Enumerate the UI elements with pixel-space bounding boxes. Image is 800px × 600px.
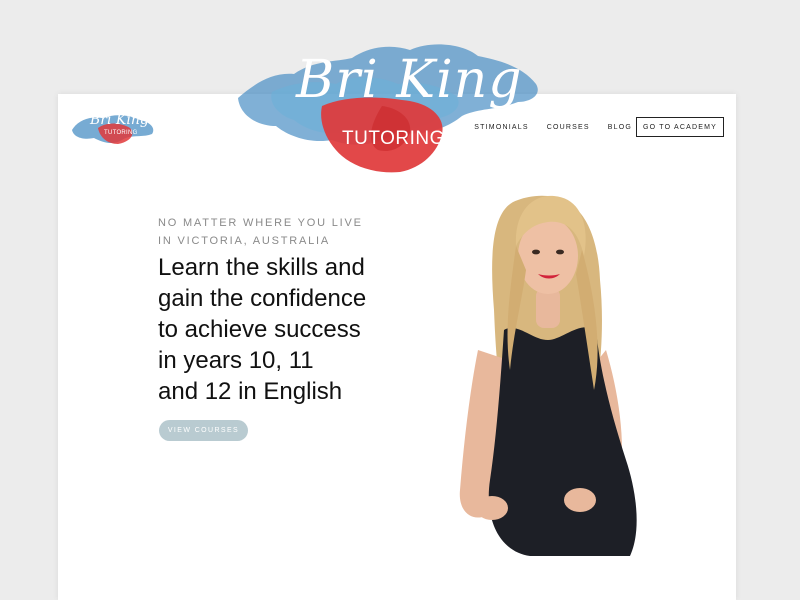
tutor-photo bbox=[430, 190, 660, 560]
header-logo[interactable]: Bri King TUTORING bbox=[68, 108, 158, 148]
headline-line: to achieve success bbox=[158, 316, 361, 343]
header-logo-subtitle: TUTORING bbox=[104, 130, 138, 136]
headline-line: and 12 in English bbox=[158, 378, 343, 405]
hero-logo-subtitle: TUTORING bbox=[342, 128, 445, 149]
hero-headline: Learn the skills and gain the confidence… bbox=[158, 252, 438, 407]
headline-line: gain the confidence bbox=[158, 285, 367, 312]
eyebrow-line: NO MATTER WHERE YOU LIVE bbox=[158, 217, 363, 229]
tutor-portrait-illustration bbox=[459, 195, 637, 556]
headline-line: in years 10, 11 bbox=[158, 347, 314, 374]
hero-logo-script: Bri King bbox=[296, 50, 523, 110]
nav-blog[interactable]: BLOG bbox=[608, 124, 632, 131]
headline-line: Learn the skills and bbox=[158, 254, 365, 281]
go-to-academy-button[interactable]: GO TO ACADEMY bbox=[636, 117, 724, 137]
hero-logo: Bri King TUTORING bbox=[232, 36, 544, 176]
view-courses-button[interactable]: VIEW COURSES bbox=[159, 420, 248, 441]
nav-courses[interactable]: COURSES bbox=[547, 124, 590, 131]
eyebrow-line: IN VICTORIA, AUSTRALIA bbox=[158, 235, 331, 247]
header-logo-script: Bri King bbox=[90, 112, 149, 128]
hero-eyebrow: NO MATTER WHERE YOU LIVE IN VICTORIA, AU… bbox=[158, 214, 398, 250]
